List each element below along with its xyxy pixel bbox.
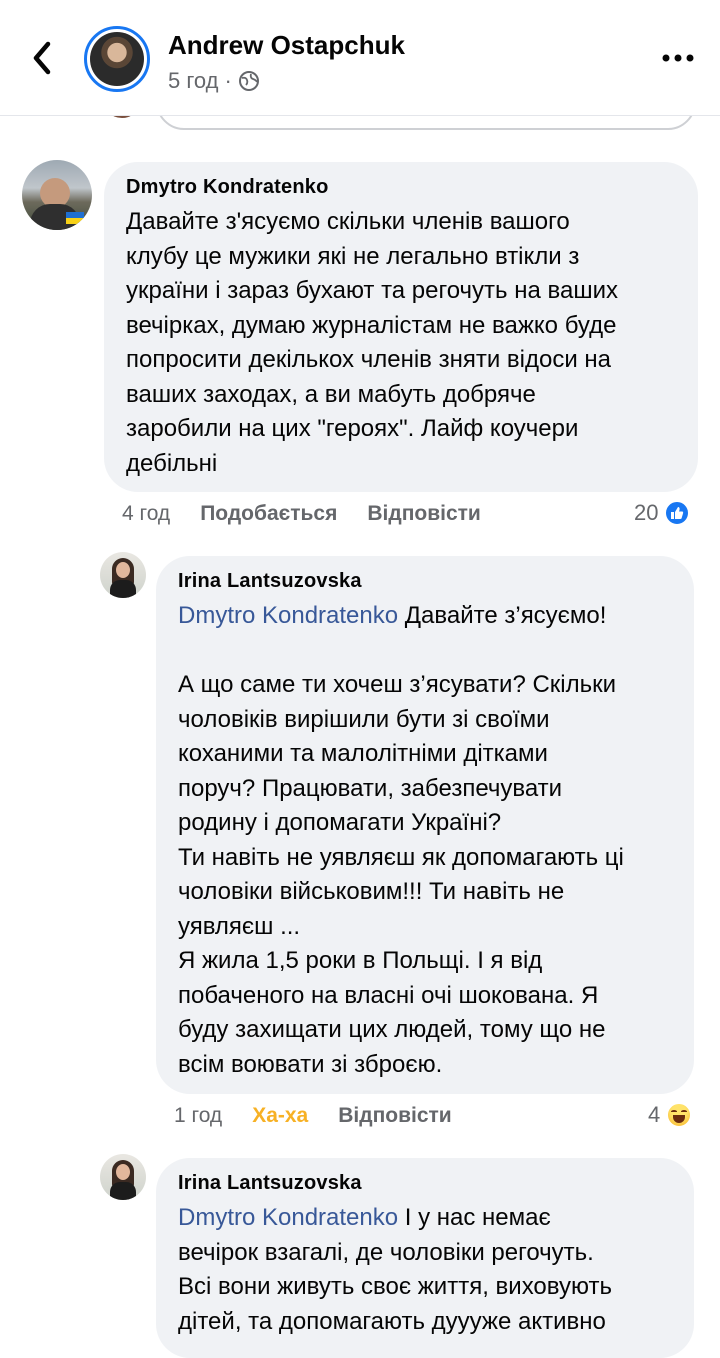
comment-line: вечірок взагалі, де чоловіки регочуть. (178, 1238, 594, 1266)
comment-line: вечірках, думаю журналістам не важко буд… (126, 311, 617, 339)
comment-first-line: І у нас немає (398, 1204, 551, 1231)
comment-actions: 1 год Ха-ха Відповісти (174, 1104, 482, 1128)
author-avatar[interactable] (84, 26, 150, 92)
author-photo (90, 32, 144, 86)
mention-link[interactable]: Dmytro Kondratenko (178, 602, 398, 629)
comment-line: заробили на цих "героях". Лайф коучери (126, 415, 579, 442)
comment-author[interactable]: Irina Lantsuzovska (178, 570, 672, 593)
chevron-left-icon (33, 41, 51, 75)
comment-time[interactable]: 1 год (174, 1104, 222, 1128)
avatar-face (116, 1164, 130, 1180)
comment-line: Всі вони живуть своє життя, виховують (178, 1273, 612, 1300)
reply-button[interactable]: Відповісти (367, 502, 480, 526)
comment-line: поруч? Працювати, забезпечувати (178, 774, 563, 802)
more-horizontal-icon (662, 54, 694, 62)
comment-line: чоловіки військовим!!! Ти навіть не (178, 878, 565, 905)
author-name[interactable]: Andrew Ostapchuk (168, 30, 405, 61)
comment-actions: 4 год Подобається Відповісти (122, 502, 511, 526)
comment-line: Dmytro Kondratenko Давайте з’ясуємо! (178, 599, 672, 634)
reaction-summary[interactable]: 20 (634, 500, 691, 526)
comment-text: Dmytro Kondratenko І у нас немає вечірок… (178, 1201, 672, 1339)
meta-separator: · (224, 68, 232, 93)
reply-bubble: Irina Lantsuzovska Dmytro Kondratenko Да… (156, 556, 694, 1094)
reply-button[interactable]: Відповісти (338, 1104, 451, 1128)
comment-line: всім воювати зі зброєю. (178, 1050, 443, 1078)
haha-mouth (673, 1115, 686, 1123)
avatar-face (116, 562, 130, 578)
comment-text: Давайте з'ясуємо скільки членів вашого к… (126, 205, 676, 481)
like-icon (664, 500, 691, 526)
reaction-count: 20 (634, 500, 659, 525)
comment-line: попросити декількох членів зняти відоси … (126, 346, 612, 373)
commenter-avatar[interactable] (22, 160, 92, 230)
comment-line: буду захищати цих людей, тому що не (178, 1016, 606, 1043)
avatar-body (110, 1182, 136, 1200)
comment-line: Давайте з'ясуємо скільки членів вашого (126, 208, 570, 235)
comment-line: Я жила 1,5 роки в Польщі. І я від (178, 947, 543, 974)
comment-time[interactable]: 4 год (122, 502, 170, 526)
haha-eye (671, 1110, 678, 1113)
post-meta: 5 год · (168, 68, 260, 94)
comment-line: чоловіків вирішили бути зі своїми (178, 705, 550, 733)
comment-author[interactable]: Dmytro Kondratenko (126, 176, 676, 199)
commenter-avatar[interactable] (100, 1154, 146, 1200)
comment-line: Ти навіть не уявляєш як допомагають ці (178, 843, 624, 871)
globe-icon (238, 71, 259, 91)
post-time[interactable]: 5 год (168, 68, 218, 94)
back-button[interactable] (22, 38, 62, 78)
comment-line: клубу це мужики які не легально втікли з (126, 242, 580, 270)
comment-author[interactable]: Irina Lantsuzovska (178, 1172, 672, 1195)
avatar-body (110, 580, 136, 598)
comment-first-line: Давайте з’ясуємо! (398, 602, 607, 629)
haha-eye (681, 1110, 688, 1113)
comment-line: дебільні (126, 449, 218, 477)
commenter-avatar[interactable] (100, 552, 146, 598)
comment-line: А що саме ти хочеш з’ясувати? Скільки (178, 671, 617, 698)
comment-line: Dmytro Kondratenko І у нас немає (178, 1201, 672, 1236)
comment-line: родину і допомагати Україні? (178, 809, 502, 836)
like-button[interactable]: Подобається (200, 502, 337, 526)
reaction-summary[interactable]: 4 (648, 1102, 693, 1128)
comment-line: уявляєш ... (178, 912, 301, 940)
comment-line: побаченого на власні очі шокована. Я (178, 981, 599, 1009)
haha-icon (666, 1102, 693, 1128)
haha-reaction-button[interactable]: Ха-ха (252, 1104, 308, 1128)
comment-line: україни і зараз бухают та регочуть на ва… (126, 277, 618, 304)
reply-bubble: Irina Lantsuzovska Dmytro Kondratenko І … (156, 1158, 694, 1358)
mention-link[interactable]: Dmytro Kondratenko (178, 1204, 398, 1231)
comment-line: дітей, та допомагають дуууже активно (178, 1307, 606, 1335)
ukraine-flag-icon (66, 212, 84, 224)
comment-text: Dmytro Kondratenko Давайте з’ясуємо! А щ… (178, 599, 672, 1082)
reaction-count: 4 (648, 1102, 661, 1127)
comment-bubble: Dmytro Kondratenko Давайте з'ясуємо скіл… (104, 162, 698, 492)
post-header: Andrew Ostapchuk 5 год · (0, 0, 720, 116)
more-options-button[interactable] (660, 44, 696, 72)
comment-line: коханими та малолітніми дітками (178, 740, 548, 767)
comment-line: ваших заходах, а ви мабуть добряче (126, 380, 536, 408)
